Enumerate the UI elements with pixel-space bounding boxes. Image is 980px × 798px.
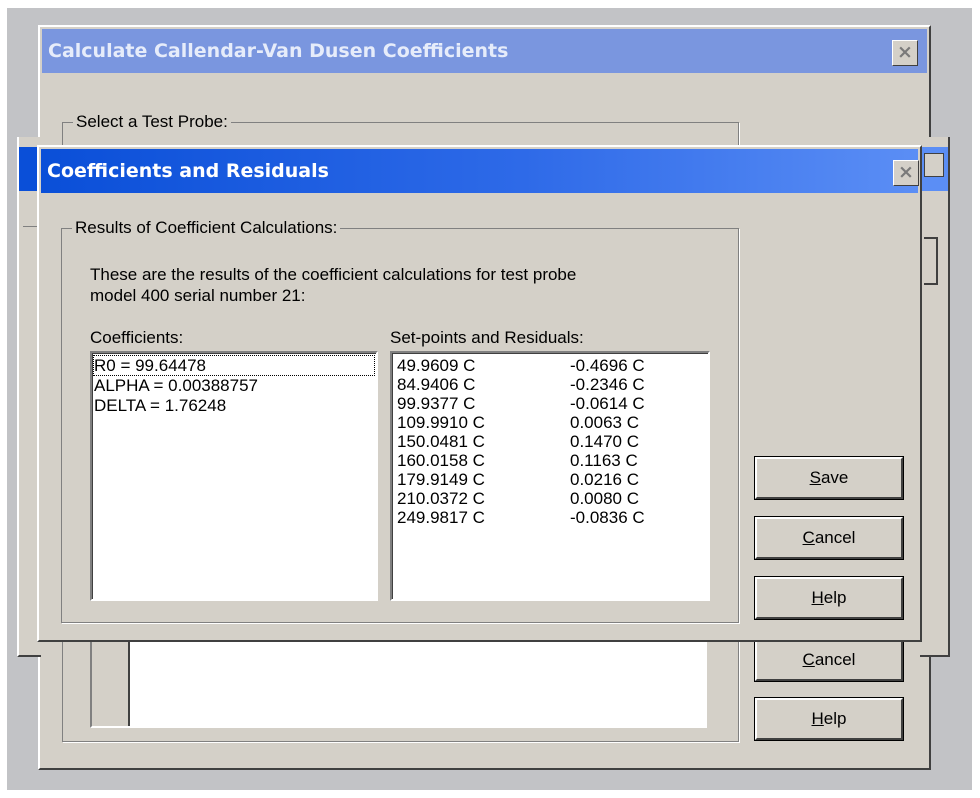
coefficients-label: Coefficients:	[90, 328, 184, 347]
back-help-button[interactable]: Help	[754, 697, 904, 741]
probe-list[interactable]	[90, 637, 707, 728]
residual-row-setpoint[interactable]: 249.9817 C	[397, 508, 485, 527]
residual-row-setpoint[interactable]: 179.9149 C	[397, 470, 485, 489]
residual-row-value: -0.0836 C	[570, 508, 645, 527]
residual-row-value: 0.0216 C	[570, 470, 639, 489]
select-probe-label: Select a Test Probe:	[73, 112, 231, 132]
residual-row-value: 0.1470 C	[570, 432, 639, 451]
help-label: Help	[811, 588, 847, 607]
back-help-label: Help	[811, 709, 847, 728]
coefficient-item[interactable]: DELTA = 1.76248	[94, 396, 226, 415]
dialog-title-bar[interactable]: Coefficients and Residuals	[41, 149, 918, 193]
dialog-close-icon[interactable]: ×	[893, 160, 919, 186]
save-label: Save	[809, 468, 849, 487]
residual-row-value: 0.0063 C	[570, 413, 639, 432]
back-cancel-button[interactable]: Cancel	[754, 638, 904, 682]
probe-list-gutter	[92, 639, 130, 726]
residual-row-value: 0.1163 C	[570, 451, 638, 470]
results-description-line-2: model 400 serial number 21:	[90, 286, 306, 305]
residual-row-setpoint[interactable]: 160.0158 C	[397, 451, 485, 470]
results-group: Results of Coefficient Calculations: The…	[61, 218, 739, 623]
coefficients-residuals-dialog: Coefficients and Residuals × Results of …	[37, 145, 922, 642]
coefficients-list[interactable]: R0 = 99.64478 ALPHA = 0.00388757 DELTA =…	[90, 351, 378, 601]
save-button[interactable]: Save	[754, 456, 904, 500]
residual-row-value: -0.0614 C	[570, 394, 645, 413]
residual-row-setpoint[interactable]: 109.9910 C	[397, 413, 485, 432]
cancel-button[interactable]: Cancel	[754, 516, 904, 560]
back-cancel-label: Cancel	[802, 650, 856, 669]
help-button[interactable]: Help	[754, 576, 904, 620]
residual-row-setpoint[interactable]: 49.9609 C	[397, 356, 475, 375]
calculate-cvd-title-bar[interactable]: Calculate Callendar-Van Dusen Coefficien…	[42, 29, 927, 73]
residual-row-setpoint[interactable]: 150.0481 C	[397, 432, 485, 451]
residual-row-value: 0.0080 C	[570, 489, 639, 508]
results-description-line-1: These are the results of the coefficient…	[90, 265, 577, 284]
coefficient-item[interactable]: ALPHA = 0.00388757	[94, 376, 258, 395]
results-description: These are the results of the coefficient…	[90, 264, 730, 306]
middle-window-edge-right	[920, 137, 950, 657]
residuals-label: Set-points and Residuals:	[390, 328, 584, 347]
residual-row-setpoint[interactable]: 99.9377 C	[397, 394, 475, 413]
middle-window-right-control	[924, 237, 938, 285]
coefficient-item[interactable]: R0 = 99.64478	[93, 355, 375, 376]
residual-row-setpoint[interactable]: 210.0372 C	[397, 489, 485, 508]
middle-window-close-icon[interactable]	[924, 153, 944, 177]
residual-row-value: -0.2346 C	[570, 375, 645, 394]
calculate-cvd-close-icon[interactable]: ×	[892, 40, 918, 66]
residuals-list[interactable]: 49.9609 C -0.4696 C 84.9406 C -0.2346 C …	[390, 351, 710, 601]
cancel-label: Cancel	[802, 528, 856, 547]
calculate-cvd-title: Calculate Callendar-Van Dusen Coefficien…	[48, 40, 509, 62]
residual-row-value: -0.4696 C	[570, 356, 645, 375]
dialog-title: Coefficients and Residuals	[47, 160, 329, 182]
residual-row-setpoint[interactable]: 84.9406 C	[397, 375, 475, 394]
results-group-label: Results of Coefficient Calculations:	[72, 218, 341, 238]
